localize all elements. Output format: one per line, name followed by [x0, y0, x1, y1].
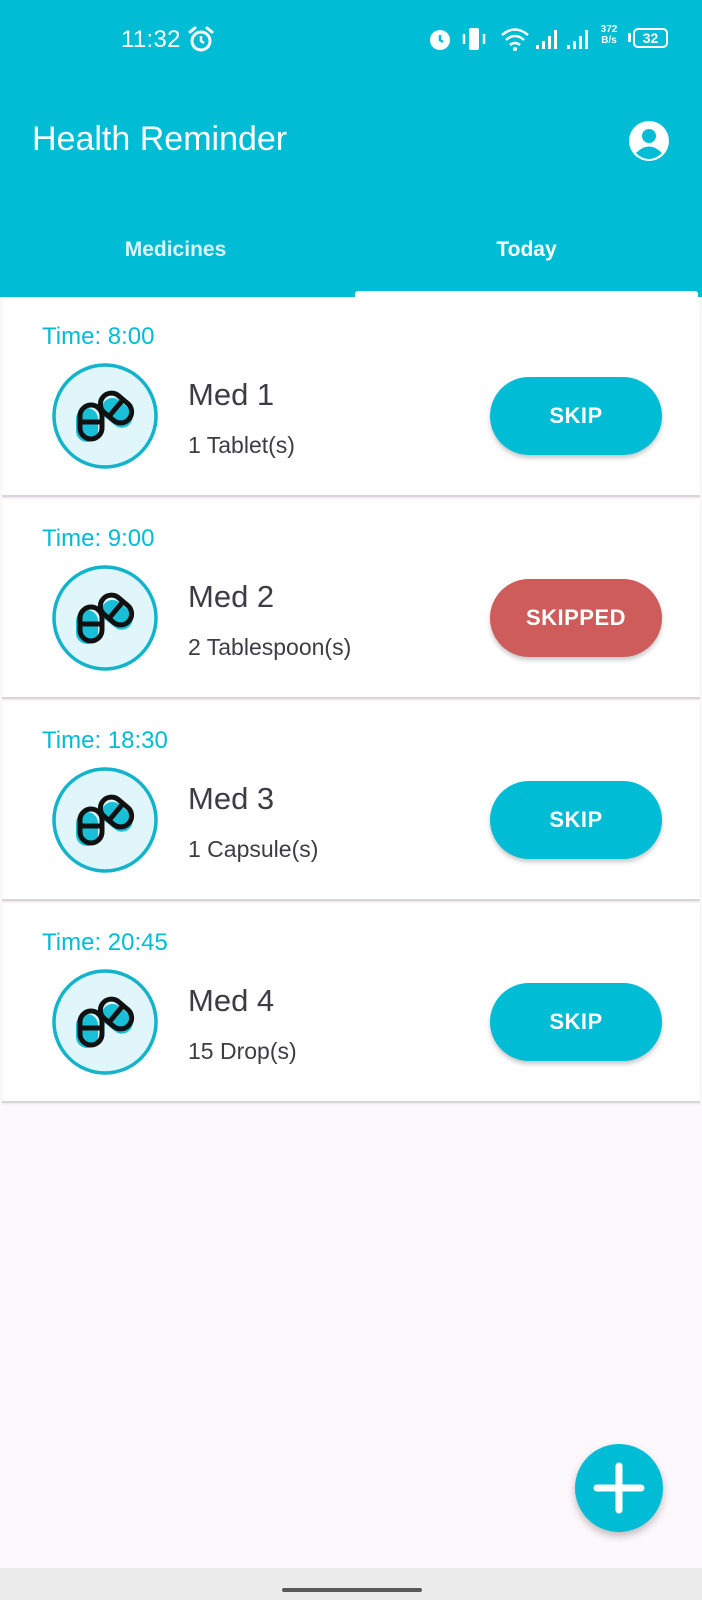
alarm-clock-icon — [188, 26, 214, 52]
pills-icon — [52, 767, 158, 873]
add-reminder-button[interactable] — [575, 1444, 663, 1532]
pills-icon — [52, 363, 158, 469]
screen: 11:32 372 B/s 32 Health Reminder Medicin… — [0, 0, 702, 1600]
medicine-dose: 15 Drop(s) — [188, 1038, 297, 1064]
medicine-name: Med 4 — [188, 983, 275, 1018]
battery-tip — [628, 33, 631, 42]
app-bar: 11:32 372 B/s 32 Health Reminder Medicin… — [0, 0, 702, 297]
account-circle-icon[interactable] — [628, 120, 670, 162]
reminder-card[interactable]: Time: 8:00 Med 1 1 Tablet(s) SKIP — [2, 297, 700, 497]
signal-icon — [536, 30, 557, 49]
pills-icon — [52, 969, 158, 1075]
reminder-time: Time: 8:00 — [42, 323, 155, 350]
medicine-name: Med 3 — [188, 781, 275, 816]
wifi-icon — [501, 28, 529, 51]
reminder-card[interactable]: Time: 9:00 Med 2 2 Tablespoon(s) SKIPPED — [2, 499, 700, 699]
network-speed: 372 B/s — [596, 24, 622, 46]
medicine-dose: 2 Tablespoon(s) — [188, 634, 352, 660]
alarm-icon — [430, 30, 450, 50]
status-time: 11:32 — [121, 26, 181, 53]
app-title: Health Reminder — [32, 120, 288, 158]
reminder-time: Time: 20:45 — [42, 929, 168, 956]
tab-medicines[interactable]: Medicines — [0, 220, 351, 297]
tab-today[interactable]: Today — [351, 220, 702, 297]
medicine-dose: 1 Capsule(s) — [188, 836, 319, 862]
home-gesture-handle[interactable] — [282, 1588, 422, 1592]
tab-bar: Medicines Today — [0, 220, 702, 297]
reminder-card[interactable]: Time: 18:30 Med 3 1 Capsule(s) SKIP — [2, 701, 700, 901]
skipped-button[interactable]: SKIPPED — [490, 579, 662, 657]
vibrate-icon — [462, 28, 486, 50]
network-speed-value: 372 — [600, 24, 618, 35]
skip-button[interactable]: SKIP — [490, 781, 662, 859]
plus-icon — [593, 1462, 645, 1514]
signal-icon — [567, 30, 588, 49]
medicine-dose: 1 Tablet(s) — [188, 432, 295, 458]
skip-button[interactable]: SKIP — [490, 983, 662, 1061]
pills-icon — [52, 565, 158, 671]
reminder-time: Time: 18:30 — [42, 727, 168, 754]
skip-button[interactable]: SKIP — [490, 377, 662, 455]
reminder-time: Time: 9:00 — [42, 525, 155, 552]
system-nav-bar — [0, 1568, 702, 1600]
reminder-card[interactable]: Time: 20:45 Med 4 15 Drop(s) SKIP — [2, 903, 700, 1103]
medicine-name: Med 1 — [188, 377, 275, 412]
status-bar: 11:32 372 B/s 32 — [0, 0, 702, 80]
medicine-name: Med 2 — [188, 579, 275, 614]
network-speed-unit: B/s — [601, 35, 617, 46]
battery-icon: 32 — [633, 28, 668, 48]
